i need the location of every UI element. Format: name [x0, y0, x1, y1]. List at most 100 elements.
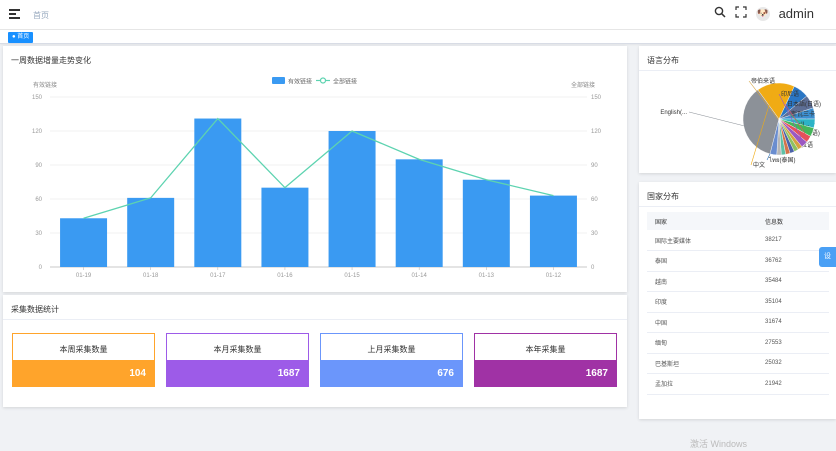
bar-01-12[interactable]	[529, 195, 577, 267]
country-count-cell: 35484	[757, 271, 829, 292]
x-tick-label: 01-18	[143, 273, 159, 279]
stat-value: 1687	[585, 368, 608, 379]
pie-label: 中文	[753, 161, 765, 169]
pie-label: 帝伯来语	[751, 77, 775, 85]
bar-01-14[interactable]	[395, 159, 443, 267]
table-row[interactable]: 泰国 36762	[647, 250, 829, 272]
pie-label-line	[688, 111, 744, 127]
pie-label: English(...	[660, 110, 687, 116]
y-tick-left: 120	[32, 129, 43, 135]
bar-01-13[interactable]	[462, 179, 510, 267]
y-tick-left: 150	[32, 95, 43, 101]
navbar: 首页 🐶 admin	[0, 0, 836, 30]
table-row[interactable]: 孟加拉 21942	[647, 373, 829, 395]
language-distribution-card: 语言分布 English(...中文ไทย(泰国)孟加拉语ανα(老挝语)الع…	[639, 46, 836, 173]
windows-activation-watermark: 激活 Windows	[690, 439, 748, 449]
y-tick-left: 0	[39, 265, 43, 271]
stats-card-title: 采集数据统计	[11, 305, 59, 314]
tag-home[interactable]: ● 首页	[8, 32, 34, 43]
stat-label: 本月采集数量	[213, 345, 262, 354]
stat-value: 1687	[277, 368, 300, 379]
country-count-cell: 35104	[757, 291, 829, 313]
avatar[interactable]: 🐶	[755, 6, 770, 21]
x-tick-label: 01-12	[546, 273, 562, 279]
country-name-cell: 国际主要媒体	[647, 230, 758, 251]
stat-value-bar: 1687	[167, 360, 308, 386]
stats-card: 采集数据统计 本周采集数量 104 本月采集数量 1687 上月采集数量 676 本年采集量…	[3, 295, 627, 407]
country-count-cell: 21942	[757, 373, 829, 395]
stat-box-1[interactable]: 本月采集数量 1687	[166, 333, 309, 387]
pie-label: 印尼语	[781, 90, 799, 98]
language-pie-chart: English(...中文ไทย(泰国)孟加拉语ανα(老挝语)العربي..…	[660, 77, 821, 169]
y-tick-right: 150	[591, 95, 602, 101]
y-axis-right-title: 全部链接	[571, 81, 595, 89]
bar-01-17[interactable]	[194, 118, 242, 268]
country-table: 国家 信息数 国际主要媒体 38217 泰国 36762 越南 35484 印度 35104 中…	[647, 212, 829, 399]
x-tick-label: 01-16	[277, 273, 293, 279]
y-tick-right: 30	[591, 231, 598, 237]
stats-card-divider	[3, 319, 627, 320]
y-tick-left: 90	[35, 163, 42, 169]
fullscreen-icon[interactable]	[734, 6, 747, 21]
country-distribution-card: 国家分布 国家 信息数 国际主要媒体 38217 泰国 36762 越南 35484 印度 3…	[639, 182, 836, 419]
stat-value-bar: 1687	[475, 360, 616, 386]
country-name-cell: 泰国	[647, 250, 758, 272]
stat-value: 104	[129, 368, 146, 379]
table-row[interactable]: 缅甸 27553	[647, 332, 829, 354]
stat-box-0[interactable]: 本周采集数量 104	[12, 333, 155, 387]
navbar-right: 🐶 admin	[714, 6, 814, 21]
pie-label: 日本語(日语)	[787, 100, 821, 108]
country-table-scroll[interactable]: 国家 信息数 国际主要媒体 38217 泰国 36762 越南 35484 印度 35104 中…	[639, 182, 835, 399]
stat-label: 本年采集量	[525, 345, 566, 354]
country-count-cell: 15626	[757, 394, 829, 399]
country-count-cell: 31674	[757, 312, 829, 333]
table-row[interactable]: 中国 31674	[647, 312, 829, 333]
x-tick-label: 01-15	[344, 273, 360, 279]
country-count-cell: 38217	[757, 230, 829, 251]
stat-label: 上月采集数量	[367, 345, 416, 354]
country-count-cell: 27553	[757, 332, 829, 354]
legend-label-line[interactable]: 全部链接	[333, 78, 357, 86]
tags-view: ● 首页	[0, 30, 836, 44]
settings-side-button[interactable]: 设	[819, 247, 836, 267]
y-tick-right: 0	[591, 265, 595, 271]
breadcrumb[interactable]: 首页	[33, 10, 49, 21]
table-row[interactable]: 国际主要媒体 38217	[647, 230, 829, 251]
bar-01-15[interactable]	[328, 131, 376, 267]
y-tick-left: 30	[35, 231, 42, 237]
pie-label: ไทย(泰国)	[768, 156, 796, 164]
stat-box-2[interactable]: 上月采集数量 676	[320, 333, 463, 387]
country-count-cell: 25032	[757, 353, 829, 374]
table-row[interactable]: 老挝15626	[647, 394, 829, 399]
username[interactable]: admin	[779, 6, 814, 21]
country-name-cell: 中国	[647, 312, 758, 333]
table-row[interactable]: 越南 35484	[647, 271, 829, 292]
search-icon[interactable]	[714, 6, 726, 21]
legend-swatch-bars[interactable]	[272, 77, 285, 84]
hamburger-icon[interactable]	[9, 9, 20, 20]
column-header-country[interactable]: 国家	[647, 212, 758, 230]
country-name-cell: 老挝	[647, 394, 758, 399]
legend-line-marker[interactable]	[319, 77, 327, 84]
stat-value: 676	[437, 368, 454, 379]
y-tick-left: 60	[35, 197, 42, 203]
stat-box-3[interactable]: 本年采集量 1687	[474, 333, 617, 387]
x-tick-label: 01-13	[479, 273, 495, 279]
table-row[interactable]: 印度 35104	[647, 291, 829, 313]
stat-label: 本周采集数量	[59, 345, 108, 354]
y-axis-left-title: 有效链接	[33, 81, 57, 89]
country-name-cell: 孟加拉	[647, 373, 758, 395]
trend-legend: 有效链接 全部链接	[272, 77, 357, 86]
legend-label-bars[interactable]: 有效链接	[288, 78, 312, 86]
trend-chart-card: 一周数据增量走势变化 有效链接 全部链接 有效链接 全部链接 0 0 30 30 60 60 90 9…	[3, 46, 627, 292]
table-row[interactable]: 巴基斯坦 25032	[647, 353, 829, 374]
bar-01-19[interactable]	[60, 218, 108, 267]
x-tick-label: 01-17	[210, 273, 226, 279]
y-tick-right: 120	[591, 129, 602, 135]
bar-01-18[interactable]	[127, 197, 175, 267]
bar-01-16[interactable]	[261, 187, 309, 267]
x-tick-label: 01-19	[76, 273, 92, 279]
column-header-count[interactable]: 信息数	[757, 212, 829, 230]
country-name-cell: 巴基斯坦	[647, 353, 758, 374]
stat-value-bar: 104	[13, 360, 154, 386]
